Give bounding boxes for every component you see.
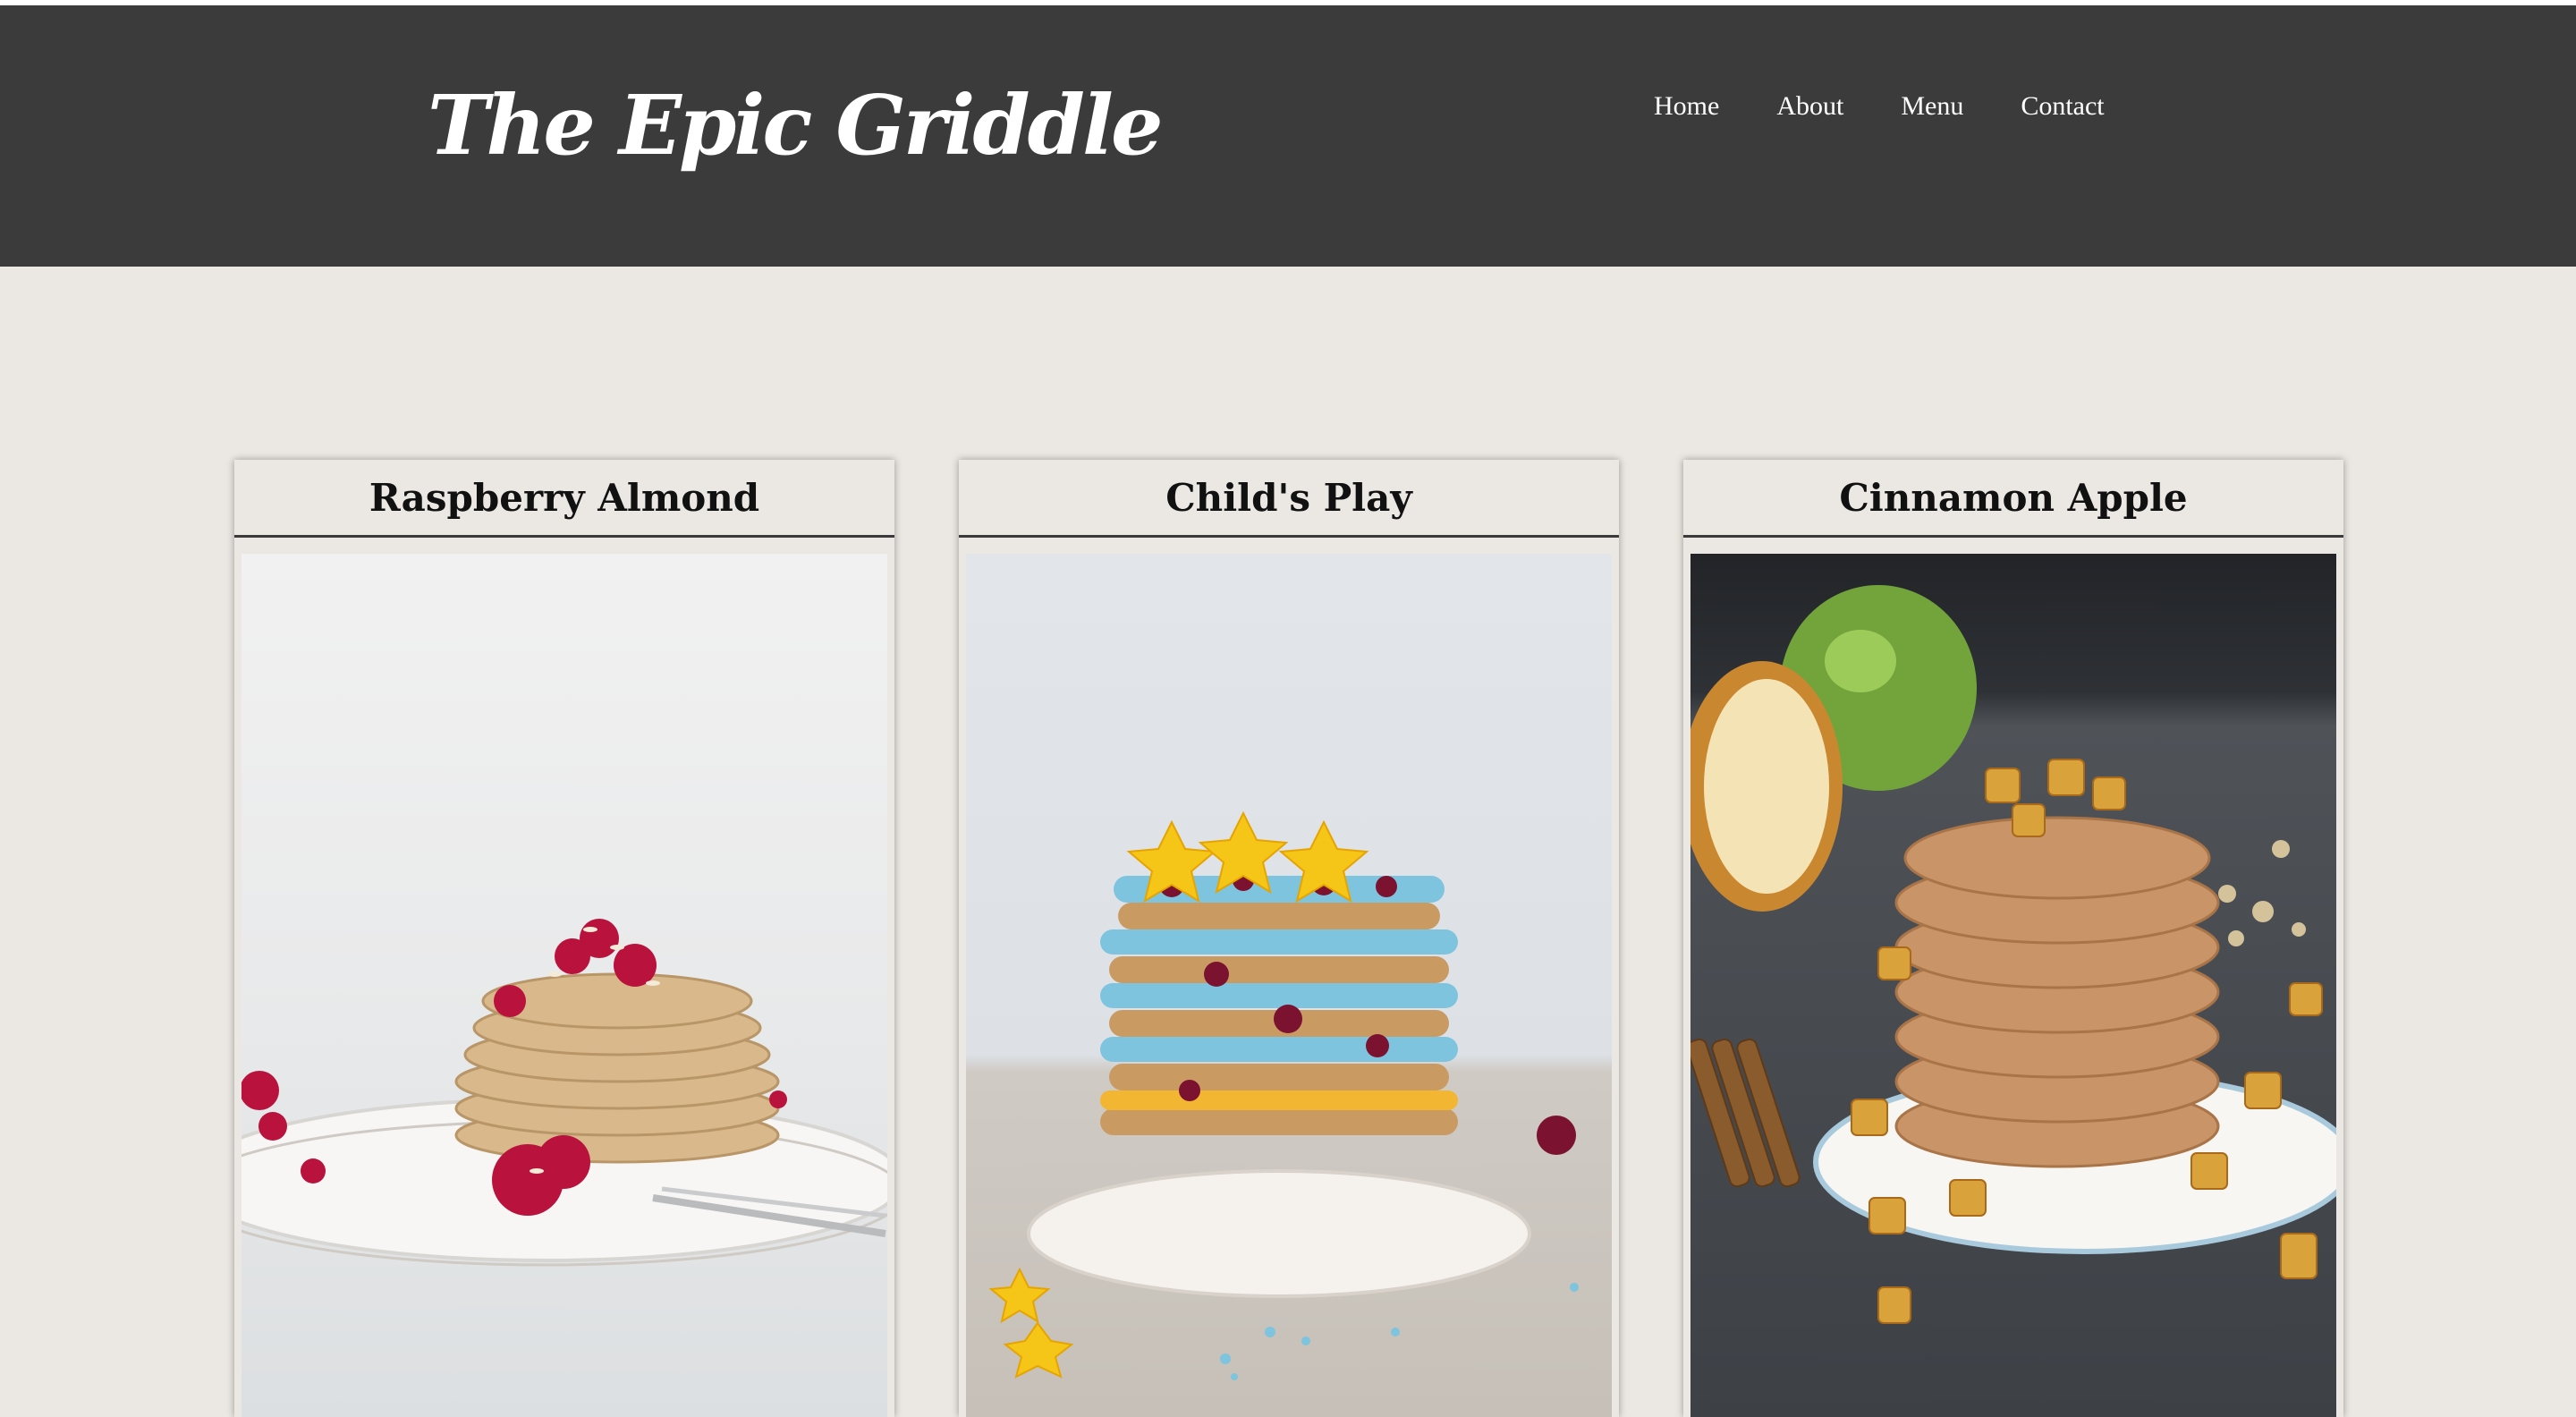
nav-menu[interactable]: Menu: [1901, 91, 1963, 122]
childs-play-pancake-image: [966, 554, 1612, 1417]
menu-card-raspberry-almond[interactable]: Raspberry Almond: [234, 460, 894, 1417]
main-nav: Home About Menu Contact: [1654, 91, 2105, 122]
site-header: The Epic Griddle Home About Menu Contact: [0, 5, 2576, 267]
nav-contact[interactable]: Contact: [2021, 91, 2104, 122]
card-title: Child's Play: [959, 460, 1619, 538]
card-title: Cinnamon Apple: [1683, 460, 2343, 538]
card-title: Raspberry Almond: [234, 460, 894, 538]
nav-home[interactable]: Home: [1654, 91, 1719, 122]
pancake-photo[interactable]: [1690, 554, 2336, 1417]
site-logo[interactable]: The Epic Griddle: [428, 84, 1163, 166]
pancake-photo[interactable]: [242, 554, 887, 1417]
cinnamon-apple-pancake-image: [1690, 554, 2336, 1417]
nav-about[interactable]: About: [1776, 91, 1843, 122]
menu-card-cinnamon-apple[interactable]: Cinnamon Apple: [1683, 460, 2343, 1417]
menu-card-childs-play[interactable]: Child's Play: [959, 460, 1619, 1417]
raspberry-pancake-image: [242, 554, 887, 1417]
pancake-photo[interactable]: [966, 554, 1612, 1417]
